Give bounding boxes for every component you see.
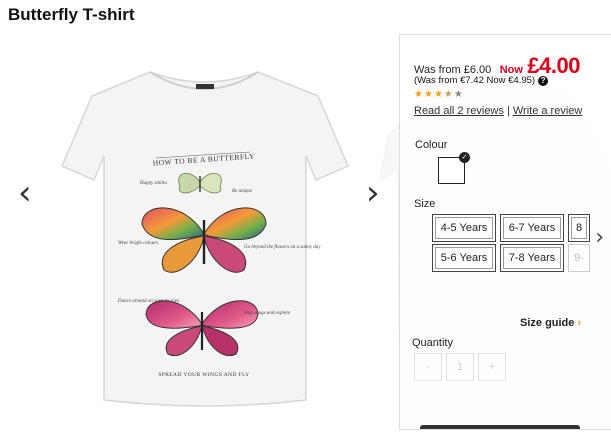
size-guide-label: Size guide: [520, 317, 575, 329]
reviews-links: Read all 2 reviews | Write a review: [414, 105, 582, 117]
quantity-increase-button[interactable]: +: [478, 353, 506, 381]
prev-image-arrow-icon[interactable]: ‹: [18, 176, 32, 210]
help-icon[interactable]: ?: [538, 76, 549, 86]
print-note-1: Happy smiles: [139, 181, 167, 186]
size-option[interactable]: 6-7 Years: [500, 214, 564, 242]
size-option[interactable]: 5-6 Years: [432, 244, 496, 272]
size-option[interactable]: 4-5 Years: [432, 214, 496, 242]
neck-label: [196, 84, 214, 89]
size-option[interactable]: 8: [568, 214, 590, 242]
colour-label: Colour: [415, 139, 448, 151]
star-icon: ★: [414, 89, 424, 100]
print-note-5: Dance around on your tip toes: [117, 299, 179, 304]
tshirt-image: HOW TO BE A BUTTERFLY Happy smiles Be un…: [61, 71, 349, 407]
product-title: Butterfly T-shirt: [8, 5, 135, 24]
quantity-label: Quantity: [412, 337, 453, 349]
chevron-right-icon: ›: [577, 317, 582, 329]
print-note-2: Be unique: [232, 189, 253, 194]
size-option[interactable]: 9-: [568, 244, 590, 272]
checkmark-icon: ✓: [459, 152, 470, 163]
quantity-input[interactable]: 1: [446, 353, 474, 381]
print-footer: SPREAD YOUR WINGS AND FLY: [158, 372, 249, 378]
size-label: Size: [414, 198, 436, 210]
quantity-decrease-button[interactable]: -: [414, 353, 442, 381]
print-note-3: Wear bright colours: [118, 241, 158, 246]
empty-star-icon: ★: [453, 89, 464, 100]
rating-stars: ★★★★★: [414, 89, 464, 100]
size-option[interactable]: 7-8 Years: [500, 244, 564, 272]
write-review-link[interactable]: Write a review: [513, 105, 582, 117]
size-next-arrow-icon[interactable]: ›: [595, 225, 604, 250]
read-reviews-link[interactable]: Read all 2 reviews: [414, 105, 504, 117]
secondary-price: (Was from €7.42 Now €4.95)?: [414, 75, 549, 86]
size-guide-link[interactable]: Size guide ›: [520, 317, 581, 329]
butterfly-top: [178, 173, 222, 194]
print-note-4: Go beyond the flowers on a sunny day: [244, 245, 321, 250]
euro-price: (Was from €7.42 Now €4.95): [414, 75, 536, 86]
half-star-icon: ★: [443, 89, 454, 100]
print-note-6: Sing songs and explore: [244, 311, 291, 316]
product-image-gallery: HOW TO BE A BUTTERFLY Happy smiles Be un…: [0, 34, 400, 428]
star-icon: ★: [423, 89, 434, 100]
star-icon: ★: [433, 89, 444, 100]
colour-swatch-white[interactable]: ✓: [438, 152, 470, 184]
reviews-separator: |: [506, 105, 510, 117]
product-details-panel: Was from £6.00 Now £4.00 (Was from €7.42…: [399, 34, 611, 430]
next-image-arrow-icon[interactable]: ›: [366, 176, 380, 210]
add-to-bag-button-edge[interactable]: [420, 425, 580, 429]
